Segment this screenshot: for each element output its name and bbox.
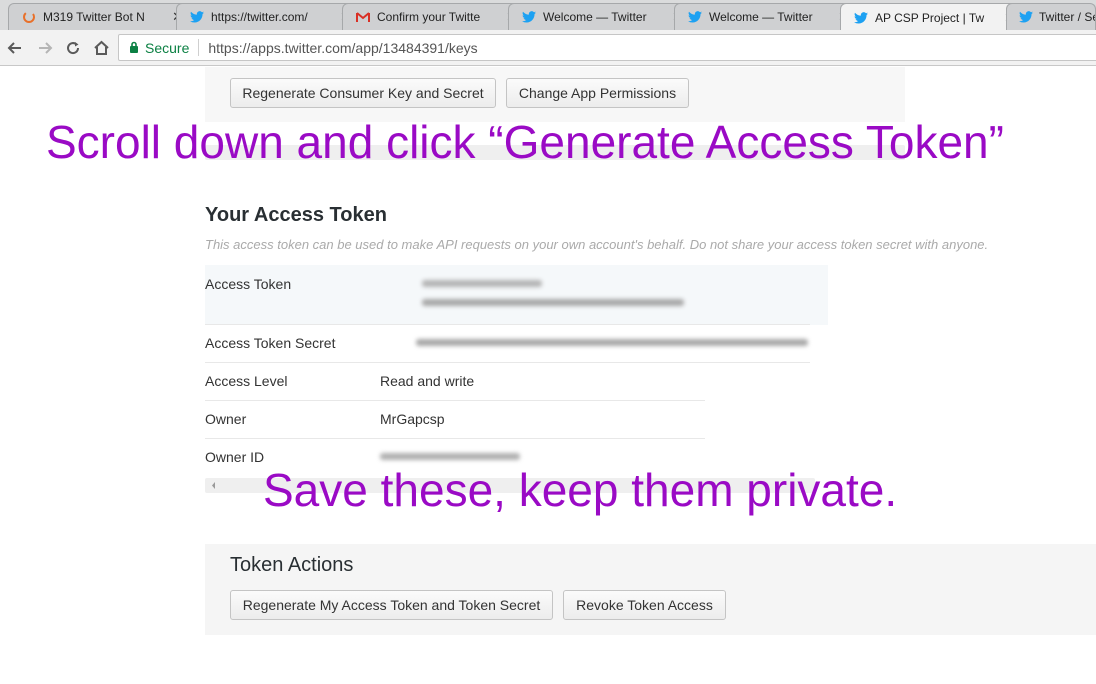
browser-tab[interactable]: Confirm your Twitte ✕ [342, 3, 528, 30]
access-token-label: Access Token [205, 276, 292, 292]
lock-icon [129, 40, 139, 56]
browser-toolbar: Secure https://apps.twitter.com/app/1348… [0, 30, 1096, 66]
divider [205, 324, 810, 325]
reload-button[interactable] [62, 37, 84, 59]
revoke-token-access-button[interactable]: Revoke Token Access [563, 590, 726, 620]
twitter-bird-icon [687, 9, 703, 25]
owner-value: MrGapcsp [380, 411, 445, 427]
regenerate-consumer-key-button[interactable]: Regenerate Consumer Key and Secret [230, 78, 496, 108]
loading-ring-icon [21, 9, 37, 25]
twitter-bird-icon [189, 9, 205, 25]
access-level-value: Read and write [380, 373, 475, 389]
divider [205, 362, 810, 363]
access-token-secret-label: Access Token Secret [205, 335, 336, 351]
redacted-text-icon [416, 339, 808, 346]
access-token-value-redacted [422, 297, 684, 313]
browser-tab[interactable]: Welcome — Twitter ✕ [508, 3, 694, 30]
back-arrow-icon [7, 42, 21, 54]
access-token-heading: Your Access Token [205, 204, 387, 226]
redacted-text-icon [422, 280, 542, 287]
access-token-secret-redacted [416, 337, 808, 353]
reload-icon [67, 42, 80, 55]
twitter-bird-icon [853, 10, 869, 26]
regenerate-access-token-button[interactable]: Regenerate My Access Token and Token Sec… [230, 590, 553, 620]
access-token-row-background [205, 265, 828, 325]
tab-title: https://twitter.com/ [211, 10, 308, 24]
browser-tab[interactable]: Welcome — Twitter ✕ [674, 3, 860, 30]
back-button[interactable] [4, 37, 26, 59]
divider [205, 400, 705, 401]
owner-label: Owner [205, 411, 247, 427]
scroll-left-arrow-icon [212, 482, 215, 489]
forward-arrow-icon [39, 42, 53, 54]
owner-id-label: Owner ID [205, 449, 265, 465]
browser-tab[interactable]: M319 Twitter Bot N ✕ [8, 3, 194, 30]
secure-label: Secure [145, 39, 190, 56]
address-bar[interactable]: Secure https://apps.twitter.com/app/1348… [118, 34, 1096, 61]
home-button[interactable] [90, 37, 112, 59]
redacted-text-icon [422, 299, 684, 306]
browser-tab-strip: M319 Twitter Bot N ✕ https://twitter.com… [0, 0, 1096, 30]
url-text[interactable]: https://apps.twitter.com/app/13484391/ke… [208, 40, 477, 56]
divider [205, 438, 705, 439]
browser-tab[interactable]: https://twitter.com/ ✕ [176, 3, 362, 30]
token-actions-heading: Token Actions [230, 554, 354, 576]
twitter-bird-icon [1019, 9, 1033, 25]
instruction-overlay-bottom: Save these, keep them private. [263, 464, 898, 516]
tab-title: Confirm your Twitte [377, 10, 481, 24]
change-app-permissions-button[interactable]: Change App Permissions [506, 78, 689, 108]
tab-title: Welcome — Twitter [709, 10, 813, 24]
browser-tab-active[interactable]: AP CSP Project | Tw ✕ [840, 3, 1026, 30]
gmail-icon [355, 9, 371, 25]
access-token-description: This access token can be used to make AP… [205, 237, 989, 252]
access-token-value-redacted [422, 278, 542, 294]
forward-button[interactable] [34, 37, 56, 59]
browser-tab[interactable]: Twitter / Set [1006, 3, 1096, 30]
tab-title: AP CSP Project | Tw [875, 10, 985, 25]
home-icon [93, 40, 109, 55]
tab-title: Welcome — Twitter [543, 10, 647, 24]
divider [198, 39, 200, 56]
access-level-label: Access Level [205, 373, 288, 389]
instruction-overlay-top: Scroll down and click “Generate Access T… [46, 116, 1004, 168]
tab-title: M319 Twitter Bot N [43, 10, 145, 24]
tab-title: Twitter / Set [1039, 10, 1095, 24]
twitter-bird-icon [521, 9, 537, 25]
